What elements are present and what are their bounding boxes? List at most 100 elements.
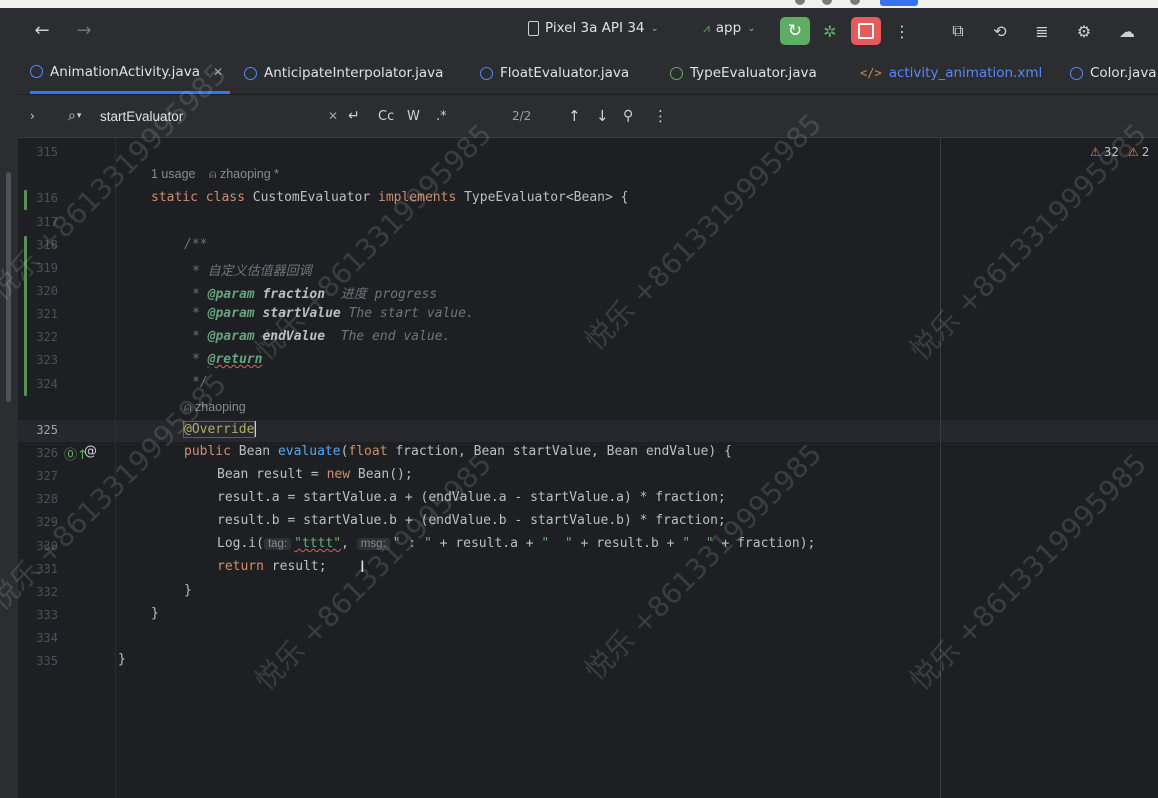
code-line: * @return: [192, 352, 263, 367]
multiline-icon[interactable]: ↵: [348, 95, 360, 137]
code-line: }: [151, 606, 159, 621]
tab-color[interactable]: Color.java: [1070, 52, 1157, 94]
debug-bug-icon[interactable]: ✲: [818, 18, 842, 44]
author-hint: zhaoping *: [219, 167, 280, 181]
line-number: 318: [36, 238, 58, 252]
xml-icon: </>: [860, 66, 882, 80]
chevron-down-icon: ⌄: [650, 22, 659, 34]
stop-icon: [858, 23, 874, 39]
line-number: 326: [36, 446, 58, 460]
code-line: return result;: [217, 559, 327, 574]
line-number: 315: [36, 145, 58, 159]
right-margin-guide: [940, 138, 941, 798]
fold-gutter: [115, 138, 116, 798]
tab-label: FloatEvaluator.java: [500, 65, 630, 81]
code-line: @Override: [182, 420, 256, 438]
line-number: 321: [36, 307, 58, 321]
run-config-selector[interactable]: ⩘ app ⌄: [703, 20, 756, 36]
code-line: static class CustomEvaluator implements …: [151, 190, 629, 205]
match-count: 2/2: [512, 109, 532, 123]
author-hint[interactable]: ⍝ zhaoping: [184, 400, 246, 415]
line-number: 316: [36, 191, 58, 205]
warnings-count: 32: [1103, 145, 1120, 159]
tab-anticipate-interpolator[interactable]: AnticipateInterpolator.java: [244, 52, 443, 94]
line-number: 322: [36, 330, 58, 344]
whole-words-toggle[interactable]: W: [407, 95, 420, 137]
person-icon: ⍝: [184, 400, 192, 414]
device-mirror-icon[interactable]: ☁: [1114, 18, 1140, 44]
line-number: 331: [36, 562, 58, 576]
status-dot: [850, 0, 860, 5]
rerun-button[interactable]: ↻: [780, 17, 810, 45]
tab-float-evaluator[interactable]: FloatEvaluator.java: [480, 52, 629, 94]
line-number: 328: [36, 492, 58, 506]
weak-warnings-badge[interactable]: ⚠ 2: [1128, 145, 1149, 159]
line-number: 333: [36, 608, 58, 622]
status-indicator: [880, 0, 918, 6]
forward-arrow-icon[interactable]: →: [74, 18, 94, 42]
layout-inspector-icon[interactable]: ⧉: [946, 18, 970, 44]
line-number: 327: [36, 469, 58, 483]
line-number: 324: [36, 377, 58, 391]
line-number: 330: [36, 539, 58, 553]
next-match-arrow-icon[interactable]: ↓: [596, 95, 609, 137]
match-case-toggle[interactable]: Cc: [378, 95, 394, 137]
code-line: */: [192, 375, 208, 390]
device-selector[interactable]: Pixel 3a API 34 ⌄: [528, 20, 659, 36]
line-number: 323: [36, 353, 58, 367]
code-line: /**: [184, 237, 208, 252]
tab-label: TypeEvaluator.java: [690, 65, 817, 81]
override-at-icon[interactable]: @: [84, 444, 97, 459]
previous-match-arrow-icon[interactable]: ↑: [568, 95, 581, 137]
code-line: }: [118, 652, 126, 667]
back-arrow-icon[interactable]: ←: [32, 18, 52, 42]
phone-icon: [528, 20, 539, 36]
code-line: * @param fraction 进度 progress: [192, 287, 438, 302]
config-label: app: [715, 20, 742, 36]
more-vertical-icon[interactable]: ⋮: [892, 18, 912, 44]
tab-activity-animation-xml[interactable]: </> activity_animation.xml: [860, 52, 1042, 94]
tab-label: activity_animation.xml: [888, 65, 1043, 81]
close-icon[interactable]: ✕: [213, 65, 223, 79]
code-line: Log.i(tag: "tttt", msg: " : " + result.a +…: [217, 536, 816, 551]
code-line: result.a = startValue.a + (endValue.a - …: [217, 490, 726, 505]
code-line: result.b = startValue.b + (endValue.b - …: [217, 513, 726, 528]
chevron-down-icon: ⌄: [747, 22, 756, 34]
line-number: 317: [36, 215, 58, 229]
expand-replace-icon[interactable]: ›: [30, 95, 35, 137]
stop-button[interactable]: [851, 17, 881, 45]
line-number: 329: [36, 515, 58, 529]
code-line: * @param endValue The end value.: [192, 329, 451, 344]
text-caret: [254, 421, 256, 437]
search-input[interactable]: [100, 107, 300, 125]
clear-search-icon[interactable]: ✕: [328, 95, 338, 137]
code-line: public Bean evaluate(float fraction, Bea…: [184, 444, 732, 459]
line-number-current: 325: [36, 423, 58, 437]
class-icon: [1070, 66, 1083, 80]
tab-type-evaluator[interactable]: TypeEvaluator.java: [670, 52, 817, 94]
code-line: * @param startValue The start value.: [192, 306, 474, 321]
usages-hint[interactable]: 1 usage ⍝ zhaoping *: [151, 167, 279, 182]
tab-animation-activity[interactable]: AnimationActivity.java ✕: [30, 52, 230, 94]
param-hint: tag:: [263, 538, 292, 550]
logcat-icon[interactable]: ≣: [1030, 18, 1054, 44]
android-icon: ⩘: [703, 20, 710, 35]
tab-label: AnticipateInterpolator.java: [264, 65, 444, 81]
code-line: * 自定义估值器回调: [192, 264, 312, 279]
more-options-icon[interactable]: ⋮: [653, 95, 668, 137]
warnings-badge[interactable]: ⚠ 32: [1090, 145, 1119, 159]
find-bar: › ⌕▾ ✕ ↵ Cc W .* 2/2 ↑ ↓ ⚲ ⋮: [18, 95, 1158, 138]
regex-toggle[interactable]: .*: [436, 95, 447, 137]
warning-icon: ⚠: [1128, 145, 1139, 159]
rerun-icon: ↻: [787, 21, 803, 41]
usage-count: 1 usage: [151, 167, 196, 181]
code-editor[interactable]: ⚠ 32 ⚠ 2 315 316 317 318 319 320 321 322 3…: [18, 138, 1158, 798]
left-scrollbar[interactable]: [6, 172, 11, 402]
top-strip: [0, 0, 1158, 8]
line-number: 320: [36, 284, 58, 298]
line-number: 319: [36, 261, 58, 275]
filter-icon[interactable]: ⚲: [623, 95, 633, 137]
search-icon[interactable]: ⌕ ▾: [68, 95, 81, 137]
plugins-icon[interactable]: ⚙: [1072, 18, 1096, 44]
translate-icon[interactable]: ⟲: [988, 18, 1012, 44]
